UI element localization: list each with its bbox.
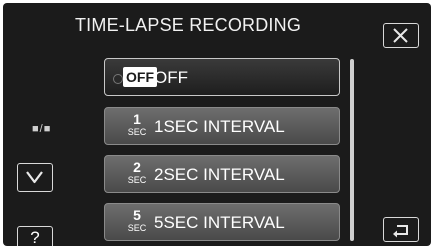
menu-item-off[interactable]: OFF OFF xyxy=(104,58,340,96)
menu-item-label: OFF xyxy=(154,68,188,87)
selected-indicator xyxy=(113,74,123,84)
scrollbar[interactable] xyxy=(350,59,354,241)
interval-2sec-icon: 2 SEC xyxy=(127,159,147,185)
camera-menu-screen: TIME-LAPSE RECORDING OFF OFF 1 SEC 1SEC … xyxy=(3,3,431,246)
return-icon xyxy=(393,225,408,238)
interval-1sec-icon: 1 SEC xyxy=(127,111,147,137)
menu-item-2sec-interval[interactable]: 2 SEC 2SEC INTERVAL xyxy=(104,155,340,193)
page-indicator: ■/■ xyxy=(32,123,52,135)
help-button[interactable]: ? xyxy=(17,226,53,246)
scroll-down-button[interactable] xyxy=(17,163,53,192)
menu-item-label: 1SEC INTERVAL xyxy=(154,117,285,136)
chevron-down-icon xyxy=(26,171,43,184)
off-icon: OFF xyxy=(123,67,157,87)
close-icon xyxy=(393,28,408,43)
page-title: TIME-LAPSE RECORDING xyxy=(74,15,302,35)
interval-5sec-icon: 5 SEC xyxy=(127,207,147,233)
close-button[interactable] xyxy=(383,23,419,48)
menu-item-1sec-interval[interactable]: 1 SEC 1SEC INTERVAL xyxy=(104,107,340,145)
menu-item-label: 2SEC INTERVAL xyxy=(154,165,285,184)
menu-item-label: 5SEC INTERVAL xyxy=(154,213,285,232)
menu-item-5sec-interval[interactable]: 5 SEC 5SEC INTERVAL xyxy=(104,203,340,241)
back-button[interactable] xyxy=(383,217,419,242)
